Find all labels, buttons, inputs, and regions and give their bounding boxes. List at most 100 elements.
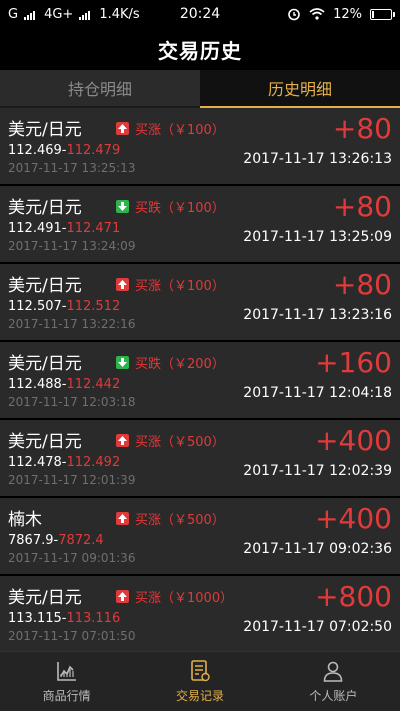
- trade-instrument: 美元/日元: [8, 432, 82, 452]
- close-price: 112.442: [66, 377, 121, 392]
- trade-row[interactable]: 美元/日元 买跌（￥200） 112.488-112.442 2017-11-17 1…: [0, 342, 400, 418]
- nav-records[interactable]: 交易记录: [133, 652, 266, 711]
- open-price: 112.478: [8, 455, 62, 470]
- trade-tag-label: 买涨（￥100）: [135, 279, 225, 294]
- arrow-down-icon: [116, 200, 129, 213]
- trade-instrument: 美元/日元: [8, 588, 82, 608]
- wifi-icon: [309, 8, 325, 20]
- arrow-up-icon: [116, 122, 129, 135]
- trade-profit: +160: [315, 346, 392, 379]
- battery-level: [372, 10, 375, 18]
- close-price: 112.492: [66, 455, 121, 470]
- trade-direction-tag: 买涨（￥100）: [116, 119, 225, 138]
- status-right: 12%: [242, 7, 395, 22]
- nav-account-label: 个人账户: [309, 689, 358, 703]
- trade-tag-label: 买涨（￥500）: [135, 435, 225, 450]
- close-price: 112.479: [66, 143, 121, 158]
- trade-prices: 112.469-112.479: [8, 143, 120, 158]
- close-time: 2017-11-17 12:02:39: [243, 463, 392, 479]
- open-time: 2017-11-17 13:24:09: [8, 239, 136, 253]
- trade-instrument: 美元/日元: [8, 354, 82, 374]
- close-time: 2017-11-17 09:02:36: [243, 541, 392, 557]
- page-title: 交易历史: [158, 38, 242, 63]
- open-time: 2017-11-17 12:03:18: [8, 395, 136, 409]
- nav-bar: 交易历史: [0, 28, 400, 70]
- tab-history[interactable]: 历史明细: [200, 70, 400, 108]
- open-price: 7867.9: [8, 533, 54, 548]
- trade-prices: 112.507-112.512: [8, 299, 120, 314]
- trade-direction-tag: 买跌（￥200）: [116, 353, 225, 372]
- bottom-nav: 商品行情 交易记录 个人账户: [0, 651, 400, 711]
- person-icon: [324, 661, 343, 682]
- trade-row[interactable]: 美元/日元 买涨（￥100） 112.469-112.479 2017-11-17 1…: [0, 108, 400, 184]
- tab-bar: 持仓明细 历史明细: [0, 70, 400, 108]
- nav-account[interactable]: 个人账户: [267, 652, 400, 711]
- trade-profit: +800: [315, 580, 392, 613]
- close-time: 2017-11-17 07:02:50: [243, 619, 392, 635]
- trade-tag-label: 买涨（￥100）: [135, 123, 225, 138]
- trade-tag-label: 买跌（￥200）: [135, 357, 225, 372]
- alarm-icon: [288, 8, 300, 21]
- trade-instrument: 美元/日元: [8, 120, 82, 140]
- nav-records-label: 交易记录: [175, 689, 224, 703]
- open-time: 2017-11-17 12:01:39: [8, 473, 136, 487]
- open-price: 113.115: [8, 611, 62, 626]
- close-price: 112.471: [66, 221, 121, 236]
- arrow-up-icon: [116, 590, 129, 603]
- arrow-down-icon: [116, 356, 129, 369]
- status-left: G 4G+ 1.4K/s: [8, 7, 158, 22]
- close-time: 2017-11-17 13:23:16: [243, 307, 392, 323]
- arrow-up-icon: [116, 512, 129, 525]
- close-time: 2017-11-17 13:26:13: [243, 151, 392, 167]
- arrow-up-icon: [116, 434, 129, 447]
- trade-direction-tag: 买涨（￥100）: [116, 275, 225, 294]
- trade-prices: 7867.9-7872.4: [8, 533, 104, 548]
- trade-row[interactable]: 美元/日元 买涨（￥500） 112.478-112.492 2017-11-17 1…: [0, 420, 400, 496]
- nav-market[interactable]: 商品行情: [0, 652, 133, 711]
- signal-icon: [24, 10, 36, 20]
- trade-direction-tag: 买涨（￥500）: [116, 509, 225, 528]
- trade-prices: 112.488-112.442: [8, 377, 120, 392]
- trade-tag-label: 买跌（￥100）: [135, 201, 225, 216]
- trade-row[interactable]: 美元/日元 买跌（￥100） 112.491-112.471 2017-11-17 1…: [0, 186, 400, 262]
- trade-row[interactable]: 楠木 买涨（￥500） 7867.9-7872.4 2017-11-17 09:01:…: [0, 498, 400, 574]
- trade-instrument: 美元/日元: [8, 276, 82, 296]
- network-speed: 1.4K/s: [99, 6, 140, 22]
- clock: 20:24: [179, 6, 221, 22]
- open-price: 112.469: [8, 143, 62, 158]
- close-time: 2017-11-17 13:25:09: [243, 229, 392, 245]
- trade-tag-label: 买涨（￥1000）: [135, 591, 234, 606]
- trade-profit: +80: [332, 190, 392, 223]
- open-time: 2017-11-17 13:25:13: [8, 161, 136, 175]
- open-price: 112.488: [8, 377, 62, 392]
- signal-icon: [79, 10, 91, 20]
- trade-row[interactable]: 美元/日元 买涨（￥100） 112.507-112.512 2017-11-17 1…: [0, 264, 400, 340]
- open-time: 2017-11-17 13:22:16: [8, 317, 136, 331]
- record-icon: [191, 660, 210, 682]
- trade-instrument: 楠木: [8, 510, 42, 530]
- battery-icon: [370, 8, 395, 20]
- carrier-label: G: [8, 6, 19, 22]
- trade-tag-label: 买涨（￥500）: [135, 513, 225, 528]
- close-price: 7872.4: [58, 533, 104, 548]
- chart-icon: [56, 662, 76, 681]
- close-price: 112.512: [66, 299, 121, 314]
- trade-direction-tag: 买涨（￥500）: [116, 431, 225, 450]
- trade-history-list[interactable]: 美元/日元 买涨（￥100） 112.469-112.479 2017-11-17 1…: [0, 108, 400, 651]
- trade-direction-tag: 买涨（￥1000）: [116, 587, 233, 606]
- status-bar: G 4G+ 1.4K/s 20:24 12%: [0, 0, 400, 28]
- open-time: 2017-11-17 09:01:36: [8, 551, 136, 565]
- open-price: 112.507: [8, 299, 62, 314]
- open-time: 2017-11-17 07:01:50: [8, 629, 136, 643]
- trade-profit: +400: [315, 424, 392, 457]
- open-price: 112.491: [8, 221, 62, 236]
- trade-profit: +80: [332, 112, 392, 145]
- close-time: 2017-11-17 12:04:18: [243, 385, 392, 401]
- trade-profit: +400: [315, 502, 392, 535]
- network-label: 4G+: [44, 6, 74, 22]
- trade-instrument: 美元/日元: [8, 198, 82, 218]
- trade-row[interactable]: 美元/日元 买涨（￥1000） 113.115-113.116 2017-11-17 …: [0, 576, 400, 651]
- trade-direction-tag: 买跌（￥100）: [116, 197, 225, 216]
- tab-positions[interactable]: 持仓明细: [0, 70, 200, 108]
- nav-market-label: 商品行情: [42, 689, 91, 703]
